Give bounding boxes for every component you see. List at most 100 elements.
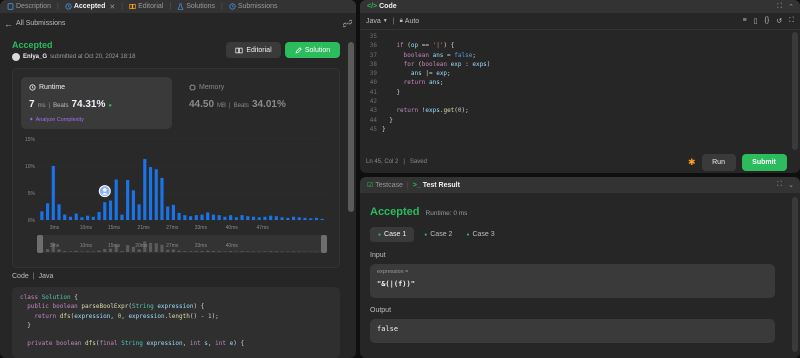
analyze-complexity-link[interactable]: ✦ Analyze Complexity — [29, 117, 84, 123]
solution-button-label: Solution — [304, 46, 331, 54]
runtime-beats-value: 74.31% — [71, 99, 106, 110]
mini-bar — [177, 250, 181, 252]
close-icon[interactable]: ✕ — [109, 3, 115, 11]
left-scrollbar[interactable] — [348, 42, 354, 212]
bar — [40, 211, 44, 220]
tab-submissions[interactable]: Submissions — [226, 0, 281, 13]
code-token: '|' — [432, 42, 444, 50]
bar — [91, 216, 95, 220]
case-tab-2[interactable]: ● Case 2 — [420, 227, 456, 242]
code-token: int — [215, 340, 230, 348]
book-icon — [235, 47, 243, 53]
bar — [166, 206, 170, 220]
pencil-icon — [295, 46, 302, 54]
code-token: get — [443, 107, 455, 115]
runtime-card[interactable]: Runtime 7 ms | Beats 74.31% ● ✦ Analyze … — [21, 77, 172, 129]
bar — [51, 166, 55, 220]
terminal-icon: >_ — [412, 181, 421, 189]
code-token: , — [110, 312, 118, 320]
submission-header: Accepted Enlya_G submitted at Oct 20, 20… — [12, 40, 340, 62]
language-select[interactable]: Java ▼ — [366, 18, 388, 25]
action-bar: ✱ Run Submit — [688, 154, 787, 171]
format-icon[interactable]: ≡ — [743, 17, 747, 25]
code-token: for — [382, 60, 419, 68]
bar — [274, 216, 278, 220]
tab-solutions[interactable]: Solutions — [174, 0, 218, 13]
solution-button[interactable]: Solution — [285, 42, 340, 58]
mini-bar — [74, 250, 78, 252]
code-token: dfs — [59, 312, 71, 320]
code-token: exps — [472, 60, 487, 68]
output-box[interactable]: false — [370, 319, 775, 343]
tab-description[interactable]: Description — [4, 0, 54, 13]
header-actions: Editorial Solution — [226, 42, 340, 58]
memory-card[interactable]: Memory 44.50 MB | Beats 34.01% — [181, 77, 331, 129]
mini-bar — [229, 251, 233, 252]
bar — [200, 214, 204, 220]
code-token: { — [74, 294, 78, 301]
input-box[interactable]: expression = "&(|(f))" — [370, 264, 775, 298]
maximize-icon[interactable]: ⛶ — [777, 181, 782, 189]
line-number: 42 — [369, 98, 377, 106]
tab-test-result[interactable]: >_ Test Result — [410, 177, 463, 193]
editor-toolbar-right: ≡ ▯ {} ↺ ⛶ — [743, 17, 794, 25]
x-tick-label: 40ms — [226, 225, 239, 231]
test-tabs: ☑ Testcase | >_ Test Result — [364, 177, 463, 193]
code-token: } — [382, 116, 393, 124]
tab-testcase[interactable]: ☑ Testcase — [364, 177, 406, 193]
description-icon — [7, 3, 14, 10]
case-tab-3[interactable]: ● Case 3 — [462, 227, 498, 242]
chevron-down-icon[interactable]: ⌄ — [788, 181, 794, 189]
code-line: 41 } — [362, 88, 790, 97]
case-tab-2-label: Case 2 — [430, 231, 453, 238]
avatar-head-icon — [102, 188, 107, 192]
line-number: 43 — [369, 107, 377, 115]
pass-dot-icon: ● — [378, 231, 382, 238]
avatar[interactable] — [12, 53, 20, 61]
mini-bar — [154, 243, 158, 252]
chevron-up-icon[interactable]: ⌃ — [788, 3, 794, 11]
left-panel: Description | Accepted ✕ | Editorial | S… — [0, 0, 356, 358]
mini-tick-label: 15ms — [108, 243, 121, 249]
maximize-icon[interactable]: ⛶ — [777, 3, 782, 11]
code-token: boolean — [421, 60, 451, 68]
code-token: exp — [436, 70, 448, 78]
code-editor[interactable]: 35 36 if (op == '|') {37 boolean ans = fa… — [360, 32, 790, 142]
code-token: int — [189, 340, 205, 348]
editorial-button[interactable]: Editorial — [226, 42, 281, 58]
mini-tick-label: 20ms — [135, 243, 148, 249]
code-token: ; — [447, 70, 451, 78]
auto-mode-toggle[interactable]: 🔒︎ Auto — [400, 18, 420, 25]
code-section-title: Code — [12, 273, 29, 280]
stat-divider: | — [229, 103, 231, 109]
link-icon[interactable] — [343, 19, 352, 28]
back-link[interactable]: ← All Submissions — [4, 19, 65, 29]
test-scrollbar[interactable] — [792, 197, 798, 352]
bar — [148, 167, 153, 220]
debug-icon[interactable]: ✱ — [688, 157, 696, 168]
mini-bar — [103, 248, 107, 252]
reset-icon[interactable]: ↺ — [776, 17, 782, 25]
bookmark-icon[interactable]: ▯ — [754, 17, 758, 25]
tab-editorial[interactable]: Editorial — [126, 0, 166, 13]
mini-bar — [166, 249, 170, 252]
runtime-distribution-chart[interactable]: 15% 10% 5% 0% 3ms 10ms 15ms 21ms 27ms 33ms 40ms 47m… — [13, 131, 339, 266]
case-tab-1[interactable]: ● Case 1 — [370, 227, 415, 242]
mini-bar — [263, 251, 267, 252]
mini-bar — [120, 251, 124, 252]
tab-code[interactable]: </> Code — [364, 0, 400, 13]
code-section-header: Code | Java — [12, 273, 53, 280]
braces-icon[interactable]: {} — [765, 17, 770, 25]
run-button[interactable]: Run — [701, 154, 736, 171]
author-name[interactable]: Enlya_G — [23, 54, 47, 60]
submit-button[interactable]: Submit — [741, 154, 787, 171]
editor-tab-bar: </> Code ⛶ ⌃ — [360, 0, 800, 13]
editor-scrollbar[interactable] — [792, 32, 798, 150]
expand-icon[interactable]: ⛶ — [789, 17, 794, 25]
code-line: 44 } — [362, 116, 790, 125]
tab-test-result-label: Test Result — [422, 181, 460, 189]
code-token: ans — [382, 70, 426, 78]
mini-bar — [269, 251, 273, 252]
submitted-code-block[interactable]: class Solution { public boolean parseBoo… — [12, 287, 340, 358]
tab-accepted[interactable]: Accepted ✕ — [62, 0, 118, 13]
